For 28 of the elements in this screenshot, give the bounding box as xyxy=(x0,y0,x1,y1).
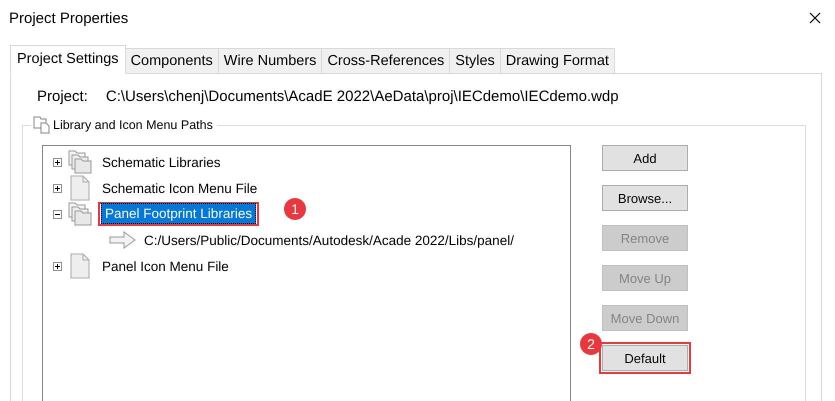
tree-item[interactable]: C:/Users/Public/Documents/Autodesk/Acade 2022/Libs/panel/ xyxy=(140,230,518,250)
close-icon[interactable] xyxy=(809,12,821,24)
project-label: Project: xyxy=(37,88,88,105)
tab[interactable]: Styles xyxy=(450,48,501,73)
button[interactable]: Browse... xyxy=(602,185,688,211)
tab[interactable]: Cross-References xyxy=(322,48,450,73)
button[interactable]: Add xyxy=(602,145,688,171)
folder-stack-icon xyxy=(67,201,93,227)
collapse-icon[interactable] xyxy=(53,210,62,218)
tree-item[interactable]: Panel Icon Menu File xyxy=(98,256,233,276)
tab[interactable]: Drawing Format xyxy=(500,48,615,73)
arrow-icon xyxy=(109,231,137,249)
tree-item[interactable]: Panel Footprint Libraries xyxy=(101,203,256,224)
group-title: Library and Icon Menu Paths xyxy=(53,118,213,132)
window-title: Project Properties xyxy=(9,10,128,26)
tree-item[interactable]: Schematic Libraries xyxy=(98,152,225,172)
step-badge: 2 xyxy=(580,333,602,355)
step-badge: 1 xyxy=(284,198,306,220)
tab[interactable]: Project Settings xyxy=(10,45,126,74)
button[interactable]: Default xyxy=(602,345,688,371)
tree-item[interactable]: Schematic Icon Menu File xyxy=(98,178,262,198)
tab[interactable]: Wire Numbers xyxy=(218,48,322,73)
expand-icon[interactable] xyxy=(53,262,62,270)
expand-icon[interactable] xyxy=(53,158,62,166)
folder-stack-icon xyxy=(67,149,93,175)
expand-icon[interactable] xyxy=(53,184,62,192)
project-path: C:\Users\chenj\Documents\AcadE 2022\AeData\proj\IECdemo\IECdemo.wdp xyxy=(106,88,619,105)
tab[interactable]: Components xyxy=(126,48,219,73)
